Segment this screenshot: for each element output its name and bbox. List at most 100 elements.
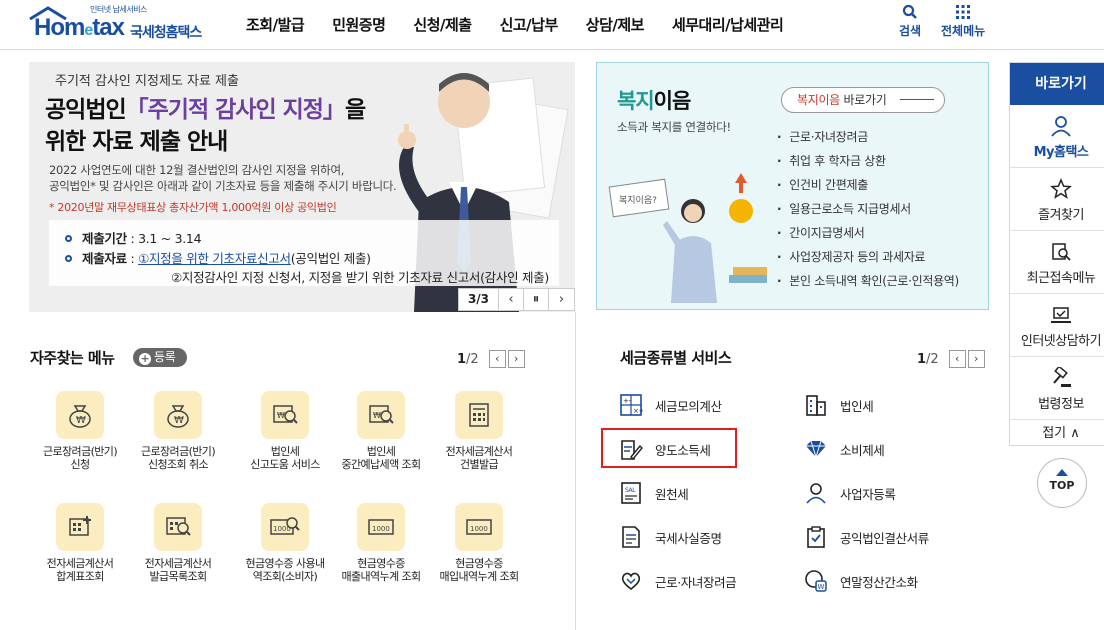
service-eitc[interactable]: 근로·자녀장려금 <box>619 567 737 595</box>
svg-text:1000: 1000 <box>372 525 390 533</box>
welfare-item[interactable]: 본인 소득내역 확인(근로·인적용역) <box>777 269 959 293</box>
search-button[interactable]: 검색 <box>899 4 921 39</box>
favorite-tile-cashreceipt-sales[interactable]: 1000 현금영수증 매출내역누계 조회 <box>336 503 426 583</box>
header: 인터넷 납세서비스 Hometax 국세청홈택스 조회/발급 민원증명 신청/제… <box>0 0 1104 50</box>
hometax-logo[interactable]: 인터넷 납세서비스 Hometax 국세청홈택스 <box>28 4 218 46</box>
salary-document-icon: SAL <box>621 482 641 504</box>
user-icon <box>1051 116 1071 137</box>
service-corporate-tax[interactable]: 법인세 <box>804 391 874 419</box>
service-withholding-tax[interactable]: SAL 원천세 <box>619 479 689 507</box>
money-bag-icon: ₩ <box>154 391 202 439</box>
service-tax-certificate[interactable]: 국세사실증명 <box>619 523 722 551</box>
banner-pause-button[interactable]: ⏸ <box>524 289 549 310</box>
logo-korean: 국세청홈택스 <box>130 25 202 41</box>
certificate-icon <box>622 526 640 548</box>
welfare-item[interactable]: 간이지급명세서 <box>777 221 959 245</box>
calculator-icon: +-×÷ <box>620 394 643 416</box>
welfare-panel: 복지이음 소득과 복지를 연결하다! 복지이음 바로가기 근로·자녀장려금 취업… <box>596 62 989 310</box>
service-tax-calculator[interactable]: +- ×÷ 세금모의계산 <box>619 391 722 419</box>
banner-pager: 3/3 ‹ ⏸ › <box>458 288 575 311</box>
receipt-search-icon: 1000 <box>261 503 309 551</box>
welfare-list: 근로·자녀장려금 취업 후 학자금 상환 인건비 간편제출 일용근로소득 지급명… <box>777 125 959 293</box>
svg-text:₩: ₩ <box>277 411 285 420</box>
banner-prev-button[interactable]: ‹ <box>499 289 524 310</box>
all-menu-button[interactable]: 전체메뉴 <box>941 4 985 39</box>
search-label: 검색 <box>899 24 922 38</box>
main-nav: 조회/발급 민원증명 신청/제출 신고/납부 상담/제보 세무대리/납세관리 <box>246 14 811 35</box>
notice-banner[interactable]: 주기적 감사인 지정제도 자료 제출 공익법인「주기적 감사인 지정」을 위한 … <box>29 62 575 312</box>
clipboard-check-icon <box>807 526 825 548</box>
all-menu-label: 전체메뉴 <box>941 24 986 38</box>
nav-item-application[interactable]: 신청/제출 <box>413 14 472 35</box>
rail-item-recent[interactable]: 최근접속메뉴 <box>1010 231 1104 294</box>
banner-data-link[interactable]: ①지정을 위한 기초자료신고서 <box>138 251 291 266</box>
favorites-prev-button[interactable]: ‹ <box>488 350 506 368</box>
heart-hands-icon <box>621 572 641 591</box>
building-icon <box>806 395 826 416</box>
favorite-tile-eitc-cancel[interactable]: ₩ 근로장려금(반기) 신청조회 취소 <box>133 391 223 471</box>
service-excise-tax[interactable]: 소비제세 <box>804 435 885 463</box>
rail-item-myhometax[interactable]: My홈택스 <box>1010 105 1104 168</box>
banner-next-button[interactable]: › <box>549 289 574 310</box>
banner-description-2: 공익법인* 및 감사인은 아래과 같이 기초자료 등을 제출해 주시기 바랍니다… <box>49 179 397 193</box>
nav-item-filing[interactable]: 신고/납부 <box>500 14 559 35</box>
rail-item-favorites[interactable]: 즐겨찾기 <box>1010 168 1104 231</box>
favorites-add-button[interactable]: + 등록 <box>133 348 187 367</box>
favorite-tile-cashreceipt-purchase[interactable]: 1000 현금영수증 매입내역누계 조회 <box>434 503 524 583</box>
welfare-item[interactable]: 일용근로소득 지급명세서 <box>777 197 959 221</box>
document-search-icon <box>154 503 202 551</box>
service-nonprofit-statements[interactable]: 공익법인결산서류 <box>804 523 929 551</box>
service-business-registration[interactable]: 사업자등록 <box>804 479 896 507</box>
logo-wordmark: Hometax <box>34 14 125 41</box>
favorite-tile-einvoice-issue[interactable]: 전자세금계산서 건별발급 <box>434 391 524 471</box>
plus-icon: + <box>139 352 151 365</box>
banner-title-line2: 위한 자료 제출 안내 <box>45 129 228 155</box>
laptop-icon <box>1051 307 1071 323</box>
banner-note: * 2020년말 재무상태표상 총자산가액 1,000억원 이상 공익법인 <box>49 201 337 214</box>
woman-illustration: 복지이음? <box>608 173 767 303</box>
receipt-icon: 1000 <box>357 503 405 551</box>
svg-text:₩: ₩ <box>174 415 184 426</box>
welfare-title: 복지이음 <box>617 89 691 113</box>
bullet-icon <box>65 235 72 242</box>
rail-item-law[interactable]: 법령정보 <box>1010 357 1104 420</box>
favorites-page-indicator: 1/2 <box>457 351 479 367</box>
welfare-item[interactable]: 사업장제공자 등의 과세자료 <box>777 245 959 269</box>
person-icon <box>806 483 826 504</box>
star-icon <box>1050 178 1072 199</box>
welfare-item[interactable]: 취업 후 학자금 상환 <box>777 149 959 173</box>
taxservices-page-indicator: 1/2 <box>917 351 939 367</box>
favorites-next-button[interactable]: › <box>507 350 525 368</box>
nav-item-consult[interactable]: 상담/제보 <box>586 14 645 35</box>
taxservices-next-button[interactable]: › <box>967 350 985 368</box>
favorite-tile-eitc-apply[interactable]: ₩ 근로장려금(반기) 신청 <box>35 391 125 471</box>
nav-item-agent[interactable]: 세무대리/납세관리 <box>672 14 784 35</box>
welfare-item[interactable]: 인건비 간편제출 <box>777 173 959 197</box>
favorite-tile-einvoice-list[interactable]: 전자세금계산서 발급목록조회 <box>133 503 223 583</box>
quick-links-header: 바로가기 <box>1010 63 1104 105</box>
taxservices-prev-button[interactable]: ‹ <box>948 350 966 368</box>
favorite-tile-corp-help[interactable]: ₩ 법인세 신고도움 서비스 <box>240 391 330 471</box>
calculator-document-icon <box>455 391 503 439</box>
welfare-shortcut-button[interactable]: 복지이음 바로가기 <box>781 87 945 113</box>
bullet-icon <box>65 255 72 262</box>
service-year-end-settlement[interactable]: W 연말정산간소화 <box>804 567 918 595</box>
scroll-top-button[interactable]: TOP <box>1037 458 1087 508</box>
taxservices-title: 세금종류별 서비스 <box>620 349 732 367</box>
rail-fold-button[interactable]: 접기 ∧ <box>1010 420 1104 448</box>
svg-text:₩: ₩ <box>76 415 86 426</box>
favorite-tile-corp-interim[interactable]: ₩ 법인세 중간예납세액 조회 <box>336 391 426 471</box>
favorites-title: 자주찾는 메뉴 <box>30 349 115 367</box>
tax-search-icon: ₩ <box>357 391 405 439</box>
banner-subtitle: 주기적 감사인 지정제도 자료 제출 <box>55 74 239 89</box>
nav-item-certificate[interactable]: 민원증명 <box>332 14 386 35</box>
favorite-tile-einvoice-summary[interactable]: 전자세금계산서 합계표조회 <box>35 503 125 583</box>
rail-item-consult[interactable]: 인터넷상담하기 <box>1010 294 1104 357</box>
favorite-tile-cashreceipt-consumer[interactable]: 1000 현금영수증 사용내 역조회(소비자) <box>240 503 330 583</box>
welfare-item[interactable]: 근로·자녀장려금 <box>777 125 959 149</box>
nav-item-inquiry[interactable]: 조회/발급 <box>246 14 305 35</box>
money-bag-icon: ₩ <box>56 391 104 439</box>
chat-won-icon: W <box>805 570 827 592</box>
svg-text:×÷: ×÷ <box>633 407 643 415</box>
taxservices-pager: 1/2 ‹ › <box>917 350 985 368</box>
